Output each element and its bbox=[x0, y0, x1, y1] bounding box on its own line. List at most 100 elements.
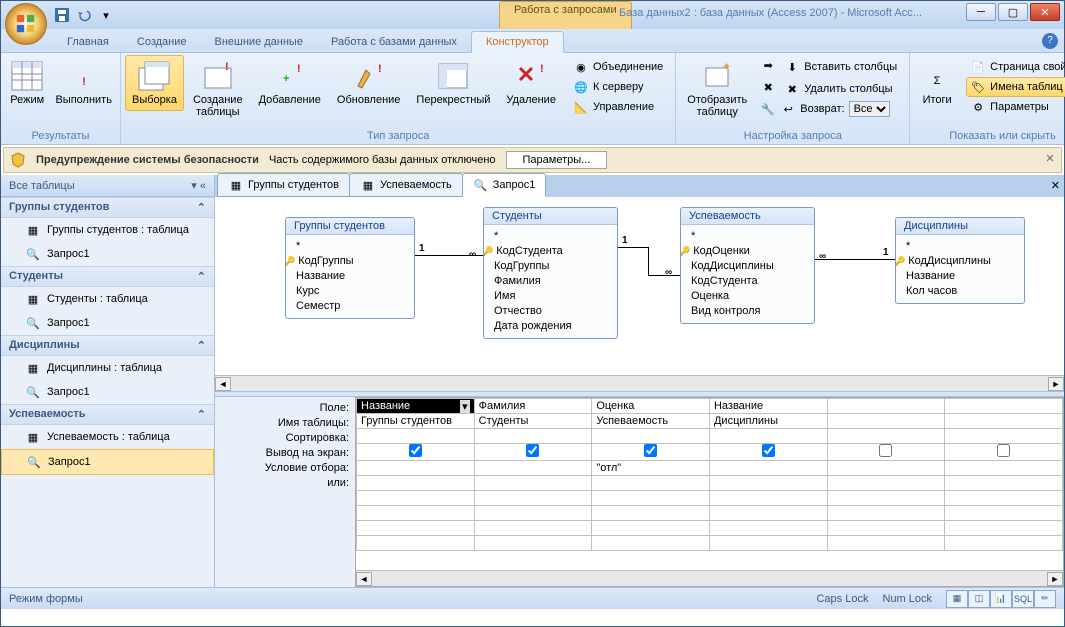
nav-item-students-table[interactable]: ▦Студенты : таблица bbox=[1, 287, 214, 311]
grid-cell[interactable] bbox=[474, 429, 592, 444]
grid-cell[interactable] bbox=[827, 399, 945, 414]
designer-hscroll[interactable]: ◄ ► bbox=[215, 375, 1064, 391]
passthrough-button[interactable]: 🌐К серверу bbox=[569, 77, 667, 97]
scroll-left-icon[interactable]: ◄ bbox=[356, 572, 372, 586]
delete-rows-icon[interactable]: ✖ bbox=[760, 79, 776, 95]
show-checkbox[interactable] bbox=[526, 444, 539, 457]
field-item[interactable]: * bbox=[296, 239, 404, 254]
security-close-icon[interactable]: ✕ bbox=[1043, 153, 1057, 167]
grid-cell[interactable] bbox=[709, 444, 827, 461]
grid-cell[interactable] bbox=[592, 491, 710, 506]
grid-cell[interactable] bbox=[827, 429, 945, 444]
scroll-right-icon[interactable]: ► bbox=[1047, 572, 1063, 586]
grid-cell[interactable] bbox=[592, 506, 710, 521]
grid-cell[interactable] bbox=[592, 536, 710, 551]
grid-cell[interactable] bbox=[592, 444, 710, 461]
tab-dbtools[interactable]: Работа с базами данных bbox=[317, 32, 471, 52]
grid-cell[interactable] bbox=[474, 444, 592, 461]
grid-cell[interactable]: Успеваемость bbox=[592, 414, 710, 429]
grid-cell[interactable] bbox=[827, 491, 945, 506]
nav-collapse-icon[interactable]: « bbox=[200, 180, 206, 192]
save-icon[interactable] bbox=[53, 6, 71, 24]
parameters-button[interactable]: ⚙Параметры bbox=[966, 97, 1065, 117]
security-options-button[interactable]: Параметры... bbox=[506, 151, 608, 169]
grid-cell[interactable] bbox=[474, 521, 592, 536]
field-item[interactable]: Дата рождения bbox=[494, 319, 607, 334]
nav-group-students[interactable]: Студенты⌃ bbox=[1, 266, 214, 287]
relationship-line[interactable] bbox=[618, 247, 648, 248]
show-checkbox[interactable] bbox=[879, 444, 892, 457]
field-item[interactable]: Оценка bbox=[691, 289, 804, 304]
grid-cell[interactable] bbox=[709, 521, 827, 536]
grid-cell[interactable] bbox=[474, 536, 592, 551]
grid-cell[interactable] bbox=[357, 491, 475, 506]
field-item[interactable]: КодГруппы bbox=[494, 259, 607, 274]
tablenames-button[interactable]: 🏷Имена таблиц bbox=[966, 77, 1065, 97]
grid-cell[interactable] bbox=[827, 521, 945, 536]
grid-cell[interactable] bbox=[474, 476, 592, 491]
relationship-line[interactable] bbox=[648, 247, 649, 275]
field-item[interactable]: КодСтудента bbox=[691, 274, 804, 289]
grid-cell[interactable]: Оценка bbox=[592, 399, 710, 414]
grid-cell[interactable] bbox=[945, 536, 1063, 551]
grid-cell[interactable]: Дисциплины bbox=[709, 414, 827, 429]
table-box-students[interactable]: Студенты * КодСтудента КодГруппы Фамилия… bbox=[483, 207, 618, 339]
grid-cell[interactable] bbox=[827, 536, 945, 551]
showtable-button[interactable]: ✦ Отобразить таблицу bbox=[680, 55, 754, 123]
field-item[interactable]: КодДисциплины bbox=[691, 259, 804, 274]
doctab-close-icon[interactable]: ✕ bbox=[1051, 179, 1060, 192]
field-item[interactable]: Фамилия bbox=[494, 274, 607, 289]
field-item[interactable]: Имя bbox=[494, 289, 607, 304]
query-design-grid[interactable]: Название ▾ФамилияОценкаНазваниеГруппы ст… bbox=[355, 397, 1064, 587]
view-sql-button[interactable]: SQL bbox=[1012, 590, 1034, 608]
view-button[interactable]: Режим bbox=[5, 55, 49, 111]
office-button[interactable] bbox=[5, 3, 47, 45]
maketable-button[interactable]: ! Создание таблицы bbox=[186, 55, 250, 123]
totals-button[interactable]: Σ Итоги bbox=[914, 55, 960, 111]
nav-item-groups-table[interactable]: ▦Группы студентов : таблица bbox=[1, 218, 214, 242]
field-item[interactable]: * bbox=[906, 239, 1014, 254]
grid-cell[interactable] bbox=[827, 444, 945, 461]
grid-cell[interactable] bbox=[709, 461, 827, 476]
field-item[interactable]: * bbox=[494, 229, 607, 244]
scroll-left-icon[interactable]: ◄ bbox=[215, 377, 231, 391]
field-item[interactable]: * bbox=[691, 229, 804, 244]
relationship-line[interactable] bbox=[648, 275, 680, 276]
datadef-button[interactable]: 📐Управление bbox=[569, 97, 667, 117]
qat-dropdown-icon[interactable]: ▾ bbox=[97, 6, 115, 24]
show-checkbox[interactable] bbox=[644, 444, 657, 457]
show-checkbox[interactable] bbox=[409, 444, 422, 457]
nav-item-query1-a[interactable]: 🔍Запрос1 bbox=[1, 242, 214, 266]
crosstab-button[interactable]: Перекрестный bbox=[409, 55, 497, 111]
grid-cell[interactable]: Студенты bbox=[474, 414, 592, 429]
grid-cell[interactable]: "отл" bbox=[592, 461, 710, 476]
field-item[interactable]: Название bbox=[906, 269, 1014, 284]
table-box-groups[interactable]: Группы студентов * КодГруппы Название Ку… bbox=[285, 217, 415, 319]
grid-cell[interactable] bbox=[592, 429, 710, 444]
grid-cell[interactable] bbox=[709, 429, 827, 444]
grid-cell[interactable]: Группы студентов bbox=[357, 414, 475, 429]
view-design-button[interactable]: ✏ bbox=[1034, 590, 1056, 608]
table-box-progress[interactable]: Успеваемость * КодОценки КодДисциплины К… bbox=[680, 207, 815, 324]
update-button[interactable]: ! Обновление bbox=[330, 55, 408, 111]
grid-cell[interactable]: Название ▾ bbox=[357, 399, 475, 414]
show-checkbox[interactable] bbox=[762, 444, 775, 457]
nav-group-progress[interactable]: Успеваемость⌃ bbox=[1, 404, 214, 425]
doctab-groups[interactable]: ▦Группы студентов bbox=[217, 173, 350, 197]
grid-cell[interactable] bbox=[709, 476, 827, 491]
grid-cell[interactable] bbox=[474, 491, 592, 506]
grid-cell[interactable] bbox=[357, 429, 475, 444]
insert-rows-icon[interactable]: ➡ bbox=[760, 57, 776, 73]
grid-cell[interactable] bbox=[709, 536, 827, 551]
delete-cols-button[interactable]: ✖Удалить столбцы bbox=[780, 79, 896, 99]
field-item[interactable]: КодДисциплины bbox=[906, 254, 1014, 269]
propsheet-button[interactable]: 📄Страница свойств bbox=[966, 57, 1065, 77]
doctab-progress[interactable]: ▦Успеваемость bbox=[349, 173, 463, 197]
nav-item-query1-c[interactable]: 🔍Запрос1 bbox=[1, 380, 214, 404]
grid-cell[interactable] bbox=[827, 506, 945, 521]
grid-cell[interactable] bbox=[474, 461, 592, 476]
field-item[interactable]: Название bbox=[296, 269, 404, 284]
maximize-button[interactable]: ▢ bbox=[998, 3, 1028, 21]
help-icon[interactable]: ? bbox=[1042, 33, 1058, 49]
view-datasheet-button[interactable]: ▦ bbox=[946, 590, 968, 608]
